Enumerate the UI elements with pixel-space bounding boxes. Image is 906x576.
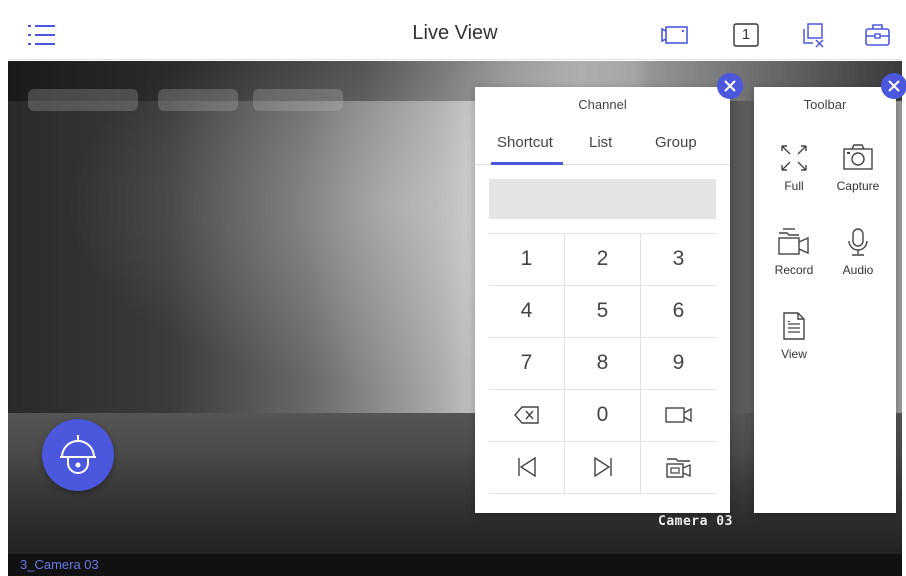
fullscreen-icon — [781, 145, 807, 171]
camera-osd-label: Camera 03 — [658, 514, 733, 529]
channel-label: 3_Camera 03 — [20, 557, 99, 572]
camera-group-key[interactable] — [641, 441, 716, 492]
key-6[interactable]: 6 — [641, 285, 716, 336]
channel-panel-title: Channel — [578, 97, 627, 112]
camera-group-icon — [665, 457, 691, 478]
close-icon — [724, 80, 736, 92]
skip-next-icon — [593, 456, 612, 477]
channel-panel: Channel Shortcut List Group 1 2 3 4 5 6 … — [475, 87, 730, 513]
key-4[interactable]: 4 — [489, 285, 564, 336]
keypad-divider — [489, 493, 716, 494]
layout-count-button[interactable]: 1 — [731, 21, 761, 49]
channel-strip: 3_Camera 03 — [8, 554, 902, 576]
close-window-icon[interactable] — [799, 21, 829, 49]
active-tab-indicator — [491, 162, 563, 165]
audio-label: Audio — [842, 263, 874, 277]
audio-button[interactable]: Audio — [828, 227, 888, 277]
close-channel-panel-button[interactable] — [717, 73, 743, 99]
key-9[interactable]: 9 — [641, 337, 716, 388]
backspace-icon — [513, 405, 539, 424]
video-camera-icon — [664, 406, 692, 423]
toolbox-icon[interactable] — [863, 21, 893, 49]
video-camera-key[interactable] — [641, 389, 716, 440]
keypad: 1 2 3 4 5 6 7 8 9 0 — [489, 233, 716, 493]
key-5[interactable]: 5 — [565, 285, 640, 336]
view-label: View — [781, 347, 807, 361]
layout-count: 1 — [741, 26, 751, 43]
record-button[interactable]: Record — [764, 227, 824, 277]
capture-label: Capture — [836, 179, 880, 193]
full-label: Full — [784, 179, 804, 193]
channel-tabs: Shortcut List Group — [475, 129, 730, 165]
key-3[interactable]: 3 — [641, 233, 716, 284]
top-bar: Live View 1 — [8, 8, 902, 60]
view-button[interactable]: View — [764, 311, 824, 361]
key-8[interactable]: 8 — [565, 337, 640, 388]
toolbar-panel-title: Toolbar — [803, 97, 847, 112]
record-label: Record — [774, 263, 814, 277]
camera-view-icon[interactable] — [660, 21, 690, 49]
tab-list[interactable]: List — [589, 134, 612, 151]
tab-shortcut[interactable]: Shortcut — [497, 134, 553, 151]
microphone-icon — [848, 228, 868, 256]
ptz-dome-button[interactable] — [42, 419, 114, 491]
key-7[interactable]: 7 — [489, 337, 564, 388]
camera-icon — [843, 144, 873, 170]
document-icon — [783, 312, 805, 340]
tab-group[interactable]: Group — [655, 134, 697, 151]
channel-number-input[interactable] — [489, 179, 716, 219]
backspace-key[interactable] — [489, 389, 564, 440]
full-button[interactable]: Full — [764, 143, 824, 193]
record-icon — [778, 228, 809, 255]
next-key[interactable] — [565, 441, 640, 492]
key-2[interactable]: 2 — [565, 233, 640, 284]
toolbar-panel: Toolbar Full Capture Record Audio View — [754, 87, 896, 513]
page-title: Live View — [412, 22, 498, 44]
dome-camera-icon — [60, 435, 96, 474]
video-blur — [253, 89, 343, 111]
close-toolbar-panel-button[interactable] — [881, 73, 906, 99]
key-0[interactable]: 0 — [565, 389, 640, 440]
close-icon — [888, 80, 900, 92]
previous-key[interactable] — [489, 441, 564, 492]
capture-button[interactable]: Capture — [828, 143, 888, 193]
skip-previous-icon — [517, 456, 536, 477]
video-blur — [28, 89, 138, 111]
video-blur — [158, 89, 238, 111]
key-1[interactable]: 1 — [489, 233, 564, 284]
